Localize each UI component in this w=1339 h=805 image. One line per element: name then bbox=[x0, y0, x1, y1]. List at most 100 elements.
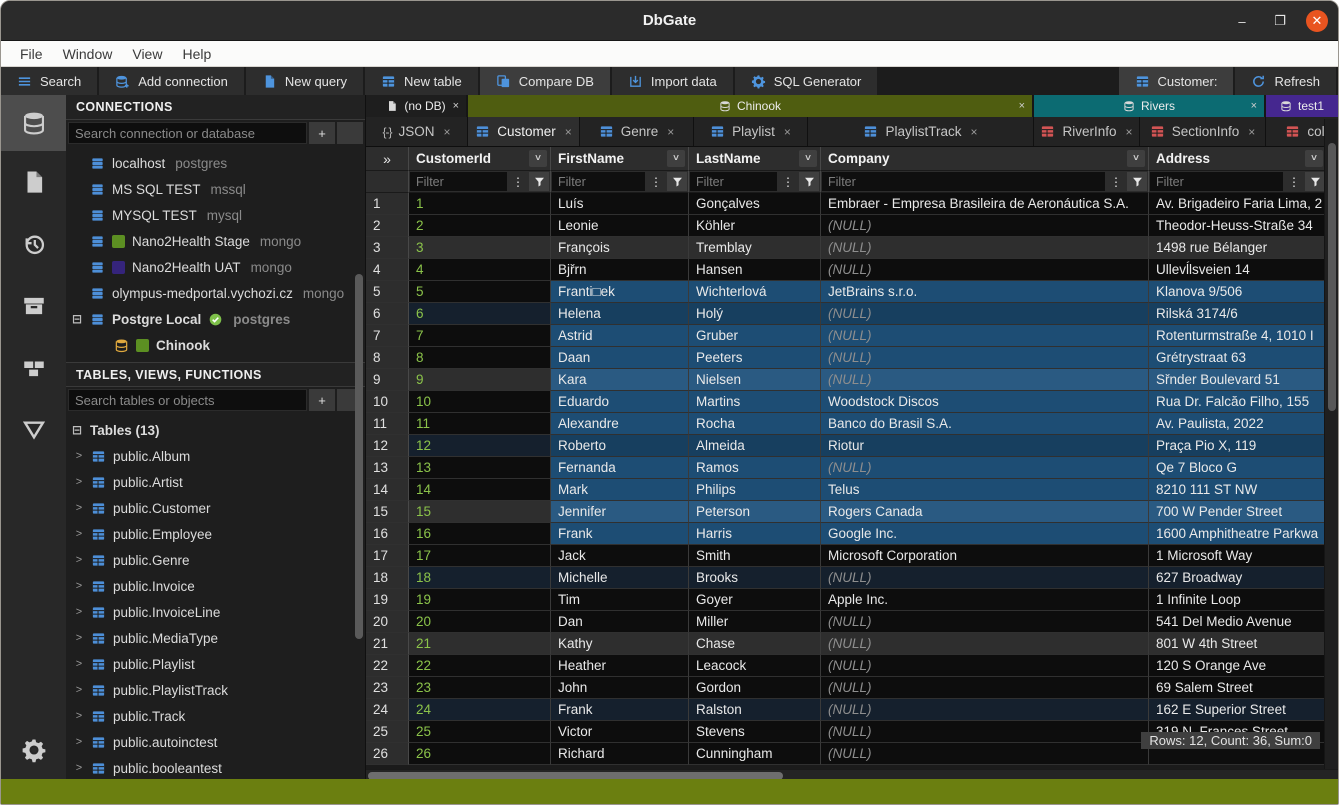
column-header-firstname[interactable]: FirstName˅ bbox=[551, 147, 689, 171]
cell-company[interactable]: (NULL) bbox=[821, 303, 1149, 325]
cell-company[interactable]: Woodstock Discos bbox=[821, 391, 1149, 413]
cell-firstname[interactable]: Dan bbox=[551, 611, 689, 633]
tab-group-rivers[interactable]: Rivers× bbox=[1034, 95, 1266, 117]
cell-firstname[interactable]: Bjřrn bbox=[551, 259, 689, 281]
cell-customerid[interactable]: 12 bbox=[409, 435, 551, 457]
column-header-company[interactable]: Company˅ bbox=[821, 147, 1149, 171]
cell-company[interactable]: (NULL) bbox=[821, 237, 1149, 259]
table-item-public-playlisttrack[interactable]: >public.PlaylistTrack bbox=[66, 677, 365, 703]
cell-lastname[interactable]: Peeters bbox=[689, 347, 821, 369]
cell-lastname[interactable]: Nielsen bbox=[689, 369, 821, 391]
cell-customerid[interactable]: 21 bbox=[409, 633, 551, 655]
cell-address[interactable]: 1 Infinite Loop bbox=[1149, 589, 1327, 611]
sidebar-archive-button[interactable] bbox=[1, 275, 66, 337]
chevron-right-icon[interactable]: > bbox=[74, 684, 84, 696]
cell-address[interactable]: Av. Brigadeiro Faria Lima, 2 bbox=[1149, 193, 1327, 215]
connection-olympus-medportal-vychozi-cz[interactable]: olympus-medportal.vychozi.czmongo bbox=[66, 280, 365, 306]
cell-firstname[interactable]: Roberto bbox=[551, 435, 689, 457]
cell-customerid[interactable]: 5 bbox=[409, 281, 551, 303]
close-icon[interactable]: × bbox=[971, 125, 978, 139]
new-table-button[interactable]: New table bbox=[365, 67, 480, 95]
vertical-scrollbar[interactable] bbox=[1324, 119, 1338, 769]
cell-customerid[interactable]: 2 bbox=[409, 215, 551, 237]
cell-lastname[interactable]: Philips bbox=[689, 479, 821, 501]
row-number[interactable]: 20 bbox=[366, 611, 409, 633]
cell-company[interactable]: (NULL) bbox=[821, 347, 1149, 369]
table-item-public-genre[interactable]: >public.Genre bbox=[66, 547, 365, 573]
cell-address[interactable]: 1 Microsoft Way bbox=[1149, 545, 1327, 567]
maximize-button[interactable]: ❐ bbox=[1268, 9, 1292, 33]
table-item-public-booleantest[interactable]: >public.booleantest bbox=[66, 755, 365, 781]
chevron-right-icon[interactable]: > bbox=[74, 762, 84, 774]
cell-address[interactable]: Sřnder Boulevard 51 bbox=[1149, 369, 1327, 391]
tables-scrollbar[interactable] bbox=[355, 449, 363, 639]
cell-company[interactable]: Apple Inc. bbox=[821, 589, 1149, 611]
row-number[interactable]: 8 bbox=[366, 347, 409, 369]
row-number[interactable]: 17 bbox=[366, 545, 409, 567]
cell-lastname[interactable]: Hansen bbox=[689, 259, 821, 281]
row-number[interactable]: 15 bbox=[366, 501, 409, 523]
sidebar-filter-triangle-button[interactable] bbox=[1, 399, 66, 461]
menu-file[interactable]: File bbox=[11, 44, 52, 64]
cell-customerid[interactable]: 9 bbox=[409, 369, 551, 391]
tables-plus-button[interactable]: + bbox=[309, 389, 335, 411]
filter-menu-button[interactable]: ⋮ bbox=[778, 172, 798, 191]
cell-firstname[interactable]: Tim bbox=[551, 589, 689, 611]
cell-address[interactable]: 700 W Pender Street bbox=[1149, 501, 1327, 523]
cell-address[interactable]: Rilská 3174/6 bbox=[1149, 303, 1327, 325]
chevron-right-icon[interactable]: > bbox=[74, 450, 84, 462]
cell-address[interactable]: 541 Del Medio Avenue bbox=[1149, 611, 1327, 633]
chevron-down-icon[interactable]: ˅ bbox=[799, 150, 817, 167]
chevron-right-icon[interactable]: > bbox=[74, 580, 84, 592]
row-number[interactable]: 21 bbox=[366, 633, 409, 655]
new-query-button[interactable]: New query bbox=[246, 67, 365, 95]
cell-company[interactable]: Riotur bbox=[821, 435, 1149, 457]
cell-address[interactable]: Theodor-Heuss-Straße 34 bbox=[1149, 215, 1327, 237]
cell-lastname[interactable]: Ralston bbox=[689, 699, 821, 721]
cell-firstname[interactable]: Richard bbox=[551, 743, 689, 765]
cell-address[interactable]: Rua Dr. Falcăo Filho, 155 bbox=[1149, 391, 1327, 413]
filter-menu-button[interactable]: ⋮ bbox=[646, 172, 666, 191]
tab-riverinfo[interactable]: RiverInfo× bbox=[1034, 117, 1140, 146]
table-item-public-customer[interactable]: >public.Customer bbox=[66, 495, 365, 521]
chevron-right-icon[interactable]: > bbox=[74, 502, 84, 514]
cell-firstname[interactable]: Astrid bbox=[551, 325, 689, 347]
cell-customerid[interactable]: 7 bbox=[409, 325, 551, 347]
add-connection-plus-button[interactable]: + bbox=[309, 122, 335, 144]
tab-genre[interactable]: Genre× bbox=[580, 117, 694, 146]
chevron-right-icon[interactable]: > bbox=[74, 476, 84, 488]
chevron-down-icon[interactable]: ˅ bbox=[529, 150, 547, 167]
cell-company[interactable]: (NULL) bbox=[821, 325, 1149, 347]
table-item-public-artist[interactable]: >public.Artist bbox=[66, 469, 365, 495]
connections-search-input[interactable] bbox=[68, 122, 307, 144]
cell-address[interactable]: 1600 Amphitheatre Parkwa bbox=[1149, 523, 1327, 545]
cell-lastname[interactable]: Gonçalves bbox=[689, 193, 821, 215]
table-item-public-invoiceline[interactable]: >public.InvoiceLine bbox=[66, 599, 365, 625]
cell-lastname[interactable]: Martins bbox=[689, 391, 821, 413]
cell-company[interactable]: (NULL) bbox=[821, 259, 1149, 281]
cell-lastname[interactable]: Chase bbox=[689, 633, 821, 655]
chevron-right-icon[interactable]: > bbox=[74, 606, 84, 618]
filter-input-lastname[interactable] bbox=[690, 172, 777, 191]
table-item-public-invoice[interactable]: >public.Invoice bbox=[66, 573, 365, 599]
chevron-down-icon[interactable]: ˅ bbox=[1127, 150, 1145, 167]
sidebar-history-button[interactable] bbox=[1, 213, 66, 275]
tables-group[interactable]: ⊟Tables (13) bbox=[66, 417, 365, 443]
tab-playlisttrack[interactable]: PlaylistTrack× bbox=[808, 117, 1034, 146]
column-header-address[interactable]: Address˅ bbox=[1149, 147, 1327, 171]
close-icon[interactable]: × bbox=[565, 125, 572, 139]
cell-lastname[interactable]: Goyer bbox=[689, 589, 821, 611]
filter-menu-button[interactable]: ⋮ bbox=[1284, 172, 1304, 191]
row-number[interactable]: 23 bbox=[366, 677, 409, 699]
cell-address[interactable]: Ullevĺlsveien 14 bbox=[1149, 259, 1327, 281]
table-item-public-mediatype[interactable]: >public.MediaType bbox=[66, 625, 365, 651]
row-number[interactable]: 7 bbox=[366, 325, 409, 347]
connection-ms-sql-test[interactable]: MS SQL TESTmssql bbox=[66, 176, 365, 202]
filter-input-customerid[interactable] bbox=[410, 172, 507, 191]
cell-address[interactable]: 627 Broadway bbox=[1149, 567, 1327, 589]
chevron-right-icon[interactable]: > bbox=[74, 736, 84, 748]
cell-firstname[interactable]: John bbox=[551, 677, 689, 699]
cell-customerid[interactable]: 11 bbox=[409, 413, 551, 435]
cell-firstname[interactable]: Jack bbox=[551, 545, 689, 567]
cell-company[interactable]: Embraer - Empresa Brasileira de Aeronáut… bbox=[821, 193, 1149, 215]
